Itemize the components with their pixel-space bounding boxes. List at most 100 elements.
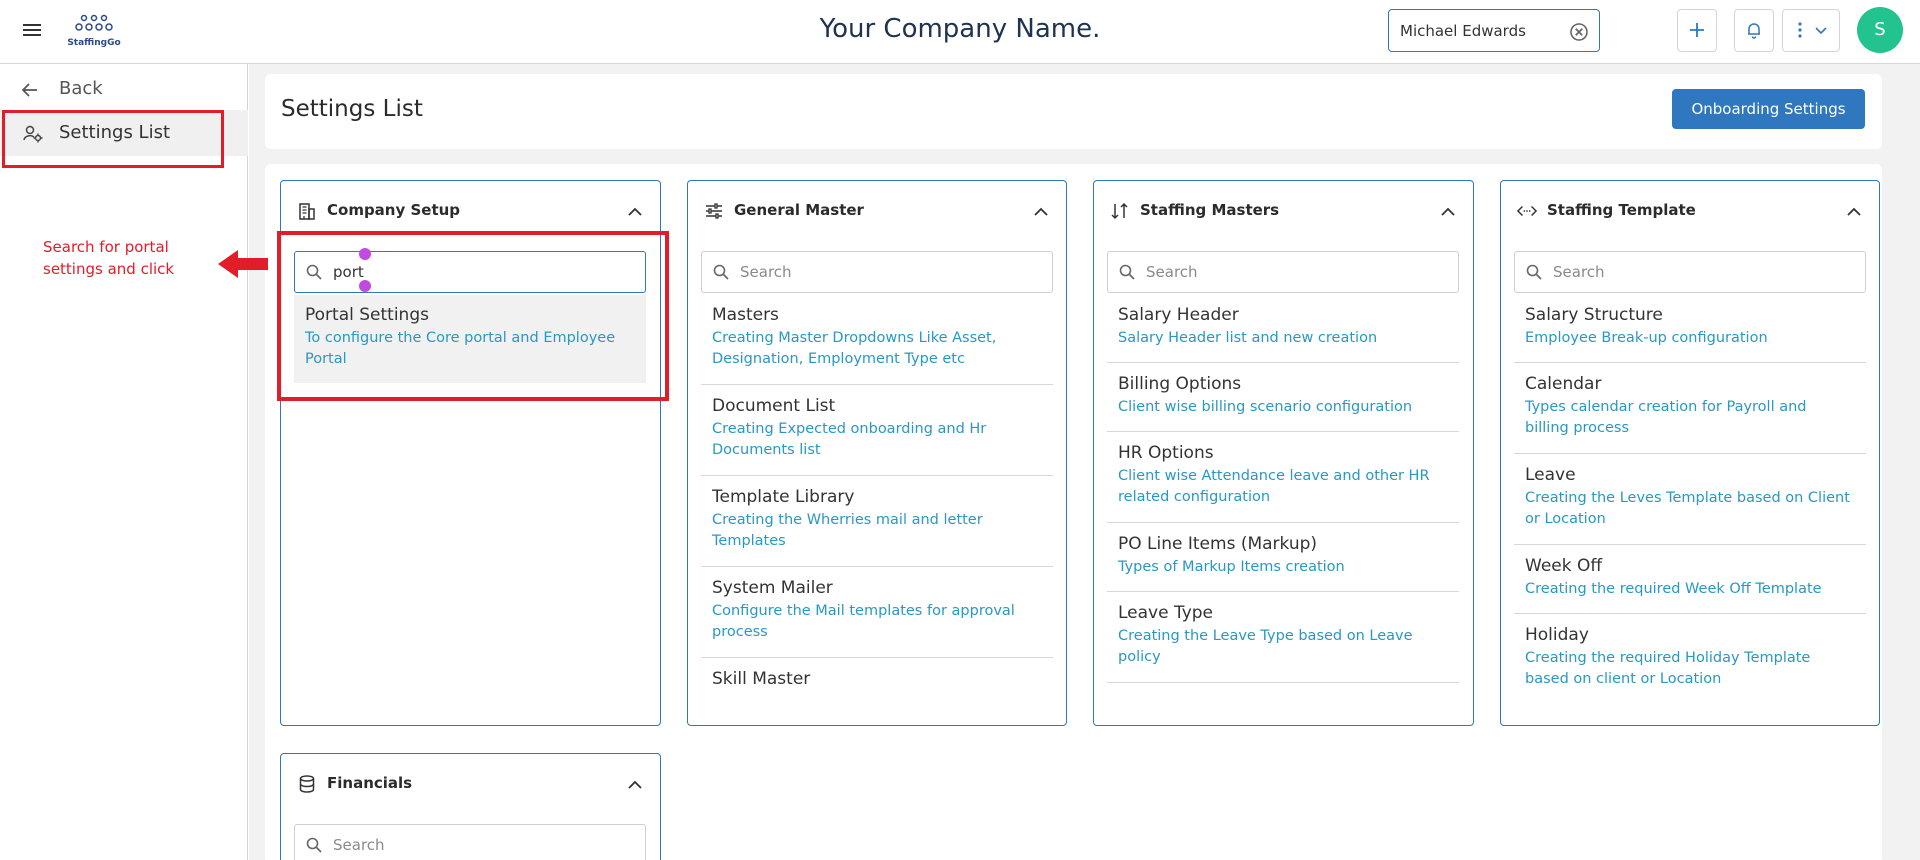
staffing-template-search[interactable] bbox=[1514, 251, 1866, 293]
panel-header[interactable]: Financials bbox=[281, 754, 660, 814]
search-icon bbox=[1526, 264, 1542, 280]
item-title: Leave Type bbox=[1118, 603, 1214, 623]
item-description: Creating the required Holiday Template b… bbox=[1525, 650, 1811, 687]
list-item[interactable]: Holiday Creating the required Holiday Te… bbox=[1514, 615, 1866, 705]
logo-mark-icon bbox=[75, 14, 113, 31]
item-description: Creating Master Dropdowns Like Asset, De… bbox=[712, 330, 997, 367]
user-select-value: Michael Edwards bbox=[1400, 22, 1526, 40]
list-item[interactable]: HR Options Client wise Attendance leave … bbox=[1107, 433, 1459, 523]
annotation-highlight-search-result bbox=[277, 231, 669, 401]
bell-icon bbox=[1748, 23, 1760, 39]
list-item[interactable]: Week Off Creating the required Week Off … bbox=[1514, 546, 1866, 614]
item-description: Salary Header list and new creation bbox=[1118, 330, 1378, 346]
staffing-masters-search[interactable] bbox=[1107, 251, 1459, 293]
user-select[interactable]: Michael Edwards bbox=[1388, 9, 1600, 52]
item-title: Leave bbox=[1525, 465, 1576, 485]
chevron-up-icon[interactable] bbox=[626, 203, 644, 221]
item-title: System Mailer bbox=[712, 578, 833, 598]
item-title: Template Library bbox=[712, 487, 855, 507]
search-input[interactable] bbox=[740, 260, 1020, 284]
add-button[interactable] bbox=[1677, 9, 1717, 52]
panel-general-master: General Master Masters Creating Master D… bbox=[687, 180, 1067, 726]
search-icon bbox=[1119, 264, 1135, 280]
staffinggo-logo[interactable]: StaffingGo bbox=[62, 12, 126, 52]
list-item[interactable]: Salary Header Salary Header list and new… bbox=[1107, 295, 1459, 363]
menu-icon[interactable] bbox=[20, 18, 44, 42]
list-item[interactable]: Salary Structure Employee Break-up confi… bbox=[1514, 295, 1866, 363]
avatar[interactable]: S bbox=[1857, 7, 1903, 53]
code-icon bbox=[1517, 205, 1537, 217]
sliders-icon bbox=[706, 203, 722, 219]
chevron-up-icon[interactable] bbox=[1845, 203, 1863, 221]
page-header: Settings List Onboarding Settings bbox=[265, 74, 1882, 149]
text-cursor-marker bbox=[359, 248, 371, 260]
sidebar: Back Settings List bbox=[0, 64, 248, 860]
item-title: HR Options bbox=[1118, 443, 1214, 463]
logo-text: StaffingGo bbox=[67, 38, 121, 48]
list-item[interactable]: Template Library Creating the Wherries m… bbox=[701, 477, 1053, 567]
search-icon bbox=[306, 837, 322, 853]
panel-header[interactable]: Staffing Masters bbox=[1094, 181, 1473, 241]
item-title: Masters bbox=[712, 305, 779, 325]
chevron-up-icon[interactable] bbox=[1032, 203, 1050, 221]
item-title: Document List bbox=[712, 396, 836, 416]
item-description: Client wise Attendance leave and other H… bbox=[1118, 468, 1430, 505]
item-title: PO Line Items (Markup) bbox=[1118, 534, 1318, 554]
annotation-text: Search for portal settings and click bbox=[43, 238, 175, 278]
page-title: Settings List bbox=[281, 96, 423, 122]
search-input[interactable] bbox=[1553, 260, 1833, 284]
more-vertical-icon bbox=[1798, 22, 1802, 38]
list-item[interactable]: System Mailer Configure the Mail templat… bbox=[701, 568, 1053, 658]
back-label: Back bbox=[59, 78, 103, 99]
arrow-left-icon bbox=[21, 83, 37, 97]
chevron-up-icon[interactable] bbox=[1439, 203, 1457, 221]
item-description: Creating the Leves Template based on Cli… bbox=[1525, 490, 1850, 527]
item-title: Billing Options bbox=[1118, 374, 1242, 394]
item-description: Creating the Wherries mail and letter Te… bbox=[712, 512, 983, 549]
annotation-highlight-sidebar bbox=[2, 110, 224, 168]
search-input[interactable] bbox=[333, 833, 613, 857]
list-item[interactable]: Masters Creating Master Dropdowns Like A… bbox=[701, 295, 1053, 385]
panel-title: Financials bbox=[327, 774, 413, 792]
item-title: Week Off bbox=[1525, 556, 1603, 576]
item-title: Salary Structure bbox=[1525, 305, 1663, 325]
panel-title: Staffing Masters bbox=[1140, 201, 1280, 219]
list-item[interactable]: Billing Options Client wise billing scen… bbox=[1107, 364, 1459, 432]
list-item[interactable]: Skill Master bbox=[701, 659, 1053, 725]
financials-search[interactable] bbox=[294, 824, 646, 860]
search-icon bbox=[713, 264, 729, 280]
text-cursor-marker bbox=[359, 280, 371, 292]
list-item[interactable]: Leave Type Creating the Leave Type based… bbox=[1107, 593, 1459, 683]
item-description: Creating the Leave Type based on Leave p… bbox=[1118, 628, 1413, 665]
item-title: Calendar bbox=[1525, 374, 1602, 394]
general-master-search[interactable] bbox=[701, 251, 1053, 293]
building-icon bbox=[299, 203, 315, 220]
arrow-left-annotation-icon bbox=[218, 250, 268, 278]
item-description: Configure the Mail templates for approva… bbox=[712, 603, 1015, 640]
more-options-button[interactable] bbox=[1782, 9, 1840, 52]
panel-title: General Master bbox=[734, 201, 864, 219]
notifications-button[interactable] bbox=[1734, 9, 1774, 52]
item-description: Creating Expected onboarding and Hr Docu… bbox=[712, 421, 987, 458]
item-description: Types of Markup Items creation bbox=[1118, 559, 1345, 575]
clear-icon[interactable] bbox=[1569, 22, 1589, 42]
list-item[interactable]: Document List Creating Expected onboardi… bbox=[701, 386, 1053, 476]
panel-title: Company Setup bbox=[327, 201, 461, 219]
plus-icon bbox=[1690, 23, 1704, 37]
onboarding-settings-button[interactable]: Onboarding Settings bbox=[1672, 89, 1865, 129]
main-area: Settings List Onboarding Settings Compan… bbox=[249, 64, 1920, 860]
search-input[interactable] bbox=[1146, 260, 1426, 284]
item-title: Skill Master bbox=[712, 669, 811, 689]
list-item[interactable]: Calendar Types calendar creation for Pay… bbox=[1514, 364, 1866, 454]
company-name: Your Company Name. bbox=[819, 14, 1101, 44]
panel-title: Staffing Template bbox=[1547, 201, 1696, 219]
panel-header[interactable]: General Master bbox=[688, 181, 1066, 241]
panel-staffing-template: Staffing Template Salary Structure Emplo… bbox=[1500, 180, 1880, 726]
chevron-up-icon[interactable] bbox=[626, 776, 644, 794]
panel-header[interactable]: Staffing Template bbox=[1501, 181, 1879, 241]
item-description: Types calendar creation for Payroll and … bbox=[1525, 399, 1807, 436]
item-description: Creating the required Week Off Template bbox=[1525, 581, 1822, 597]
list-item[interactable]: PO Line Items (Markup) Types of Markup I… bbox=[1107, 524, 1459, 592]
item-title: Salary Header bbox=[1118, 305, 1239, 325]
list-item[interactable]: Leave Creating the Leves Template based … bbox=[1514, 455, 1866, 545]
